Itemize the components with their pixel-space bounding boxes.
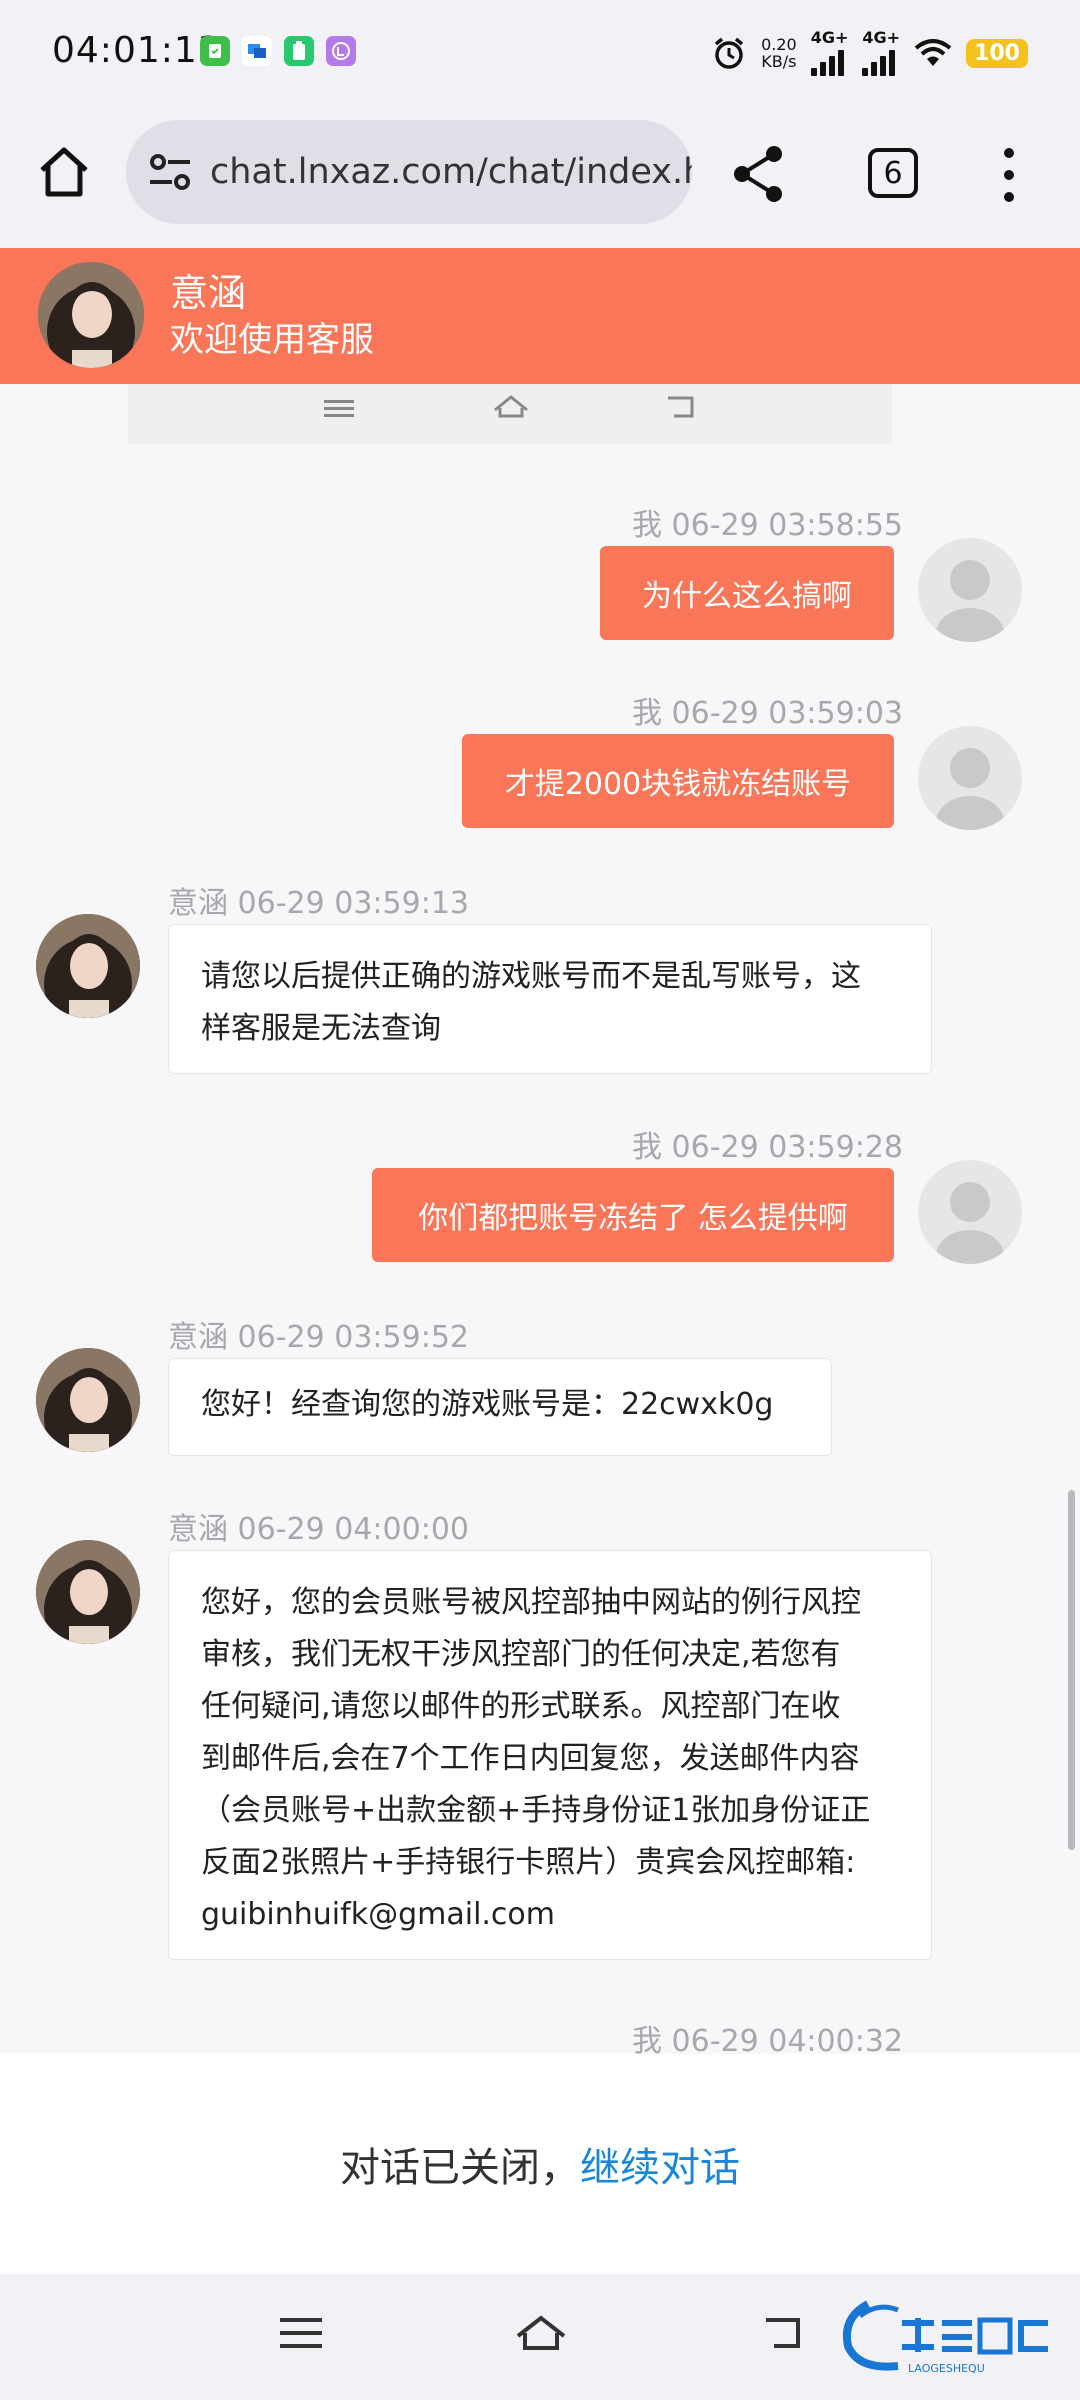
url-text: chat.lnxaz.com/chat/index.htm (210, 152, 692, 192)
network-speed-value: 0.20 (761, 35, 797, 54)
watermark-logo: LAOGESHEQU (843, 2300, 1048, 2375)
user-avatar (918, 726, 1022, 830)
message-line: 反面2张照片+手持银行卡照片）贵宾会风控邮箱: (201, 1845, 856, 1880)
network-speed-unit: KB/s (761, 52, 797, 71)
status-time: 04:01:13 (52, 30, 222, 71)
message-time: 06-29 04:00:32 (671, 2024, 903, 2054)
message-bubble: 你们都把账号冻结了 怎么提供啊 (372, 1168, 894, 1262)
agent-avatar (36, 914, 140, 1018)
message-meta: 我 06-29 03:59:03 (632, 688, 903, 732)
message-line: （会员账号+出款金额+手持身份证1张加身份证正 (201, 1793, 871, 1828)
agent-avatar (36, 1540, 140, 1644)
scrollbar[interactable] (1068, 1490, 1075, 1850)
share-icon[interactable] (730, 144, 786, 204)
message-sender: 意涵 (168, 886, 228, 921)
message-time: 06-29 03:59:52 (237, 1320, 469, 1355)
status-bar: 04:01:13 0.20 KB/s 4G+ 4G+ 100 (0, 0, 1080, 108)
header-subtitle: 欢迎使用客服 (170, 320, 374, 360)
message-line: 您好，您的会员账号被风控部抽中网站的例行风控 (201, 1585, 861, 1620)
message-meta: 我 06-29 04:00:32 (632, 2016, 903, 2054)
sim2-label: 4G+ (862, 28, 901, 47)
menu-icon[interactable] (280, 2314, 322, 2352)
embedded-image-fragment (128, 384, 892, 444)
notification-app-icon (326, 36, 356, 66)
status-indicators: 0.20 KB/s 4G+ 4G+ 100 (711, 30, 1028, 76)
browser-toolbar: chat.lnxaz.com/chat/index.htm 6 (0, 108, 1080, 248)
sim2-signal: 4G+ (862, 30, 900, 76)
home-icon[interactable] (36, 144, 92, 200)
message-bubble: 请您以后提供正确的游戏账号而不是乱写账号，这 样客服是无法查询 (168, 924, 932, 1074)
message-meta: 意涵 06-29 03:59:13 (168, 878, 469, 922)
signal-bars-icon (862, 46, 900, 76)
notification-app-icon (242, 36, 272, 66)
message-time: 06-29 03:59:03 (671, 696, 903, 731)
home-icon (494, 395, 528, 418)
message-time: 06-29 03:59:13 (237, 886, 469, 921)
back-icon[interactable] (760, 2314, 802, 2352)
sim1-signal: 4G+ (810, 28, 849, 76)
network-speed: 0.20 KB/s (761, 36, 797, 70)
notification-icons (200, 36, 356, 66)
sim1-label: 4G+ (810, 28, 849, 47)
alarm-icon (714, 37, 744, 69)
site-settings-icon[interactable] (146, 148, 194, 196)
notification-app-icon (200, 36, 230, 66)
screen: 04:01:13 0.20 KB/s 4G+ 4G+ 100 chat.lnxa… (0, 0, 1080, 2400)
user-avatar (918, 1160, 1022, 1264)
home-icon[interactable] (514, 2314, 568, 2354)
conversation-closed-bar: 对话已关闭， 继续对话 (0, 2054, 1080, 2274)
wifi-icon (914, 39, 952, 66)
svg-text:LAOGESHEQU: LAOGESHEQU (908, 2362, 985, 2375)
message-line: guibinhuifk@gmail.com (201, 1897, 556, 1932)
message-sender: 我 (632, 696, 662, 731)
agent-avatar (38, 262, 144, 368)
message-time: 06-29 03:59:28 (671, 1130, 903, 1165)
agent-name: 意涵 (170, 271, 247, 315)
message-line: 样客服是无法查询 (201, 1011, 441, 1046)
back-icon (668, 396, 694, 418)
address-bar[interactable]: chat.lnxaz.com/chat/index.htm (126, 120, 692, 224)
closed-text: 对话已关闭， (340, 2145, 580, 2191)
message-time: 06-29 03:58:55 (671, 508, 903, 543)
message-sender: 我 (632, 508, 662, 543)
message-sender: 意涵 (168, 1512, 228, 1547)
message-bubble: 您好，您的会员账号被风控部抽中网站的例行风控 审核，我们无权干涉风控部门的任何决… (168, 1550, 932, 1960)
more-menu-icon[interactable] (1003, 148, 1015, 202)
notification-app-icon (284, 36, 314, 66)
menu-icon (324, 400, 354, 417)
agent-avatar (36, 1348, 140, 1452)
message-meta: 我 06-29 03:58:55 (632, 500, 903, 544)
message-time: 06-29 04:00:00 (237, 1512, 469, 1547)
continue-chat-link[interactable]: 继续对话 (580, 2135, 740, 2193)
signal-bars-icon (810, 46, 849, 76)
message-line: 请您以后提供正确的游戏账号而不是乱写账号，这 (201, 959, 861, 994)
message-line: 到邮件后,会在7个工作日内回复您，发送邮件内容 (201, 1741, 860, 1776)
message-bubble: 为什么这么搞啊 (600, 546, 894, 640)
chat-messages[interactable]: 我 06-29 03:58:55 为什么这么搞啊 我 06-29 03:59:0… (0, 384, 1080, 2054)
message-sender: 我 (632, 1130, 662, 1165)
message-sender: 我 (632, 2024, 662, 2054)
battery-indicator: 100 (966, 38, 1028, 68)
message-bubble: 您好！经查询您的游戏账号是：22cwxk0g (168, 1358, 832, 1456)
message-sender: 意涵 (168, 1320, 228, 1355)
tab-switcher-button[interactable]: 6 (868, 148, 918, 198)
message-line: 任何疑问,请您以邮件的形式联系。风控部门在收 (201, 1689, 841, 1724)
message-meta: 我 06-29 03:59:28 (632, 1122, 903, 1166)
message-meta: 意涵 06-29 03:59:52 (168, 1312, 469, 1356)
user-avatar (918, 538, 1022, 642)
message-line: 审核，我们无权干涉风控部门的任何决定,若您有 (201, 1637, 841, 1672)
message-meta: 意涵 06-29 04:00:00 (168, 1504, 469, 1548)
message-bubble: 才提2000块钱就冻结账号 (462, 734, 894, 828)
chat-header: 意涵 欢迎使用客服 (0, 248, 1080, 384)
